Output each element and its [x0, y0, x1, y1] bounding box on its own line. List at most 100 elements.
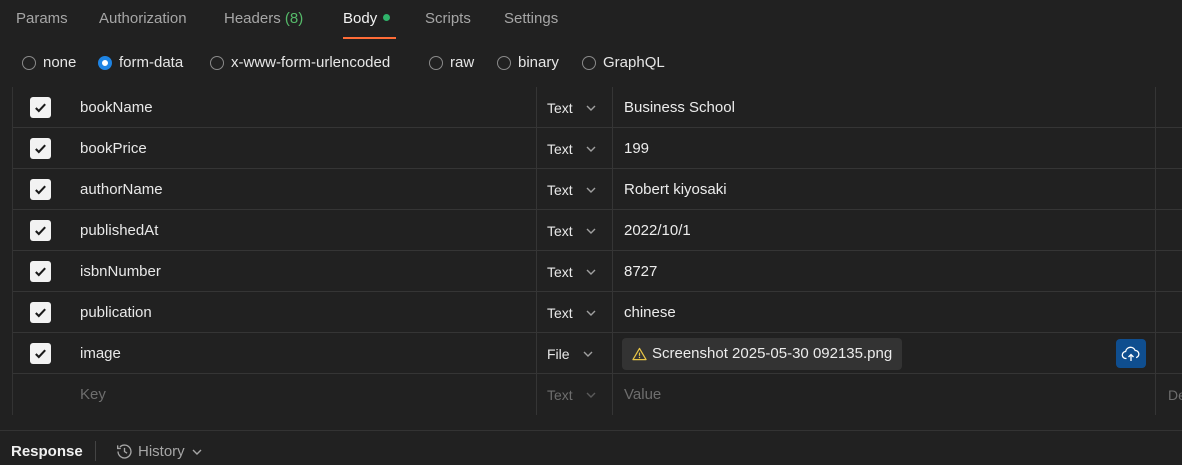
row-description[interactable] — [1155, 128, 1182, 169]
form-data-table: bookName Text Business School bookPrice … — [12, 87, 1182, 415]
radio-none[interactable]: none — [22, 54, 76, 71]
radio-graphql[interactable]: GraphQL — [582, 54, 665, 71]
radio-urlencoded-circle[interactable] — [210, 55, 224, 70]
row-key[interactable]: image — [68, 333, 536, 374]
row-checkbox[interactable] — [30, 261, 51, 282]
new-row-type-select[interactable]: Text — [536, 374, 612, 415]
tab-scripts[interactable]: Scripts — [425, 10, 471, 27]
row-description[interactable] — [1155, 210, 1182, 251]
response-label[interactable]: Response — [11, 443, 83, 460]
chevron-down-icon — [586, 310, 596, 316]
tab-params[interactable]: Params — [16, 10, 68, 27]
row-checkbox-cell — [13, 292, 68, 333]
headers-count-badge: (8) — [284, 10, 304, 27]
row-checkbox[interactable] — [30, 220, 51, 241]
radio-binary-circle[interactable] — [497, 55, 511, 70]
radio-none-circle[interactable] — [22, 55, 36, 70]
row-description[interactable] — [1155, 169, 1182, 210]
table-row: publication Text chinese — [13, 292, 1182, 333]
radio-raw-circle[interactable] — [429, 55, 443, 70]
checkmark-icon — [35, 349, 46, 359]
file-name: Screenshot 2025-05-30 092135.png — [652, 345, 893, 362]
radio-form-data[interactable]: form-data — [98, 54, 183, 71]
row-value[interactable]: Business School — [612, 87, 1155, 128]
row-value[interactable]: 199 — [612, 128, 1155, 169]
checkmark-icon — [35, 144, 46, 154]
table-row: bookName Text Business School — [13, 87, 1182, 128]
row-key[interactable]: isbnNumber — [68, 251, 536, 292]
checkmark-icon — [35, 103, 46, 113]
tab-body-label: Body — [343, 10, 378, 27]
row-description[interactable] — [1155, 292, 1182, 333]
radio-graphql-circle[interactable] — [582, 55, 596, 70]
table-row: image File Screenshot 2025-05-30 092135.… — [13, 333, 1182, 374]
upload-file-button[interactable] — [1116, 339, 1146, 368]
row-value[interactable]: 8727 — [612, 251, 1155, 292]
chevron-down-icon — [192, 449, 202, 455]
radio-none-label: none — [43, 54, 77, 71]
row-description[interactable] — [1155, 87, 1182, 128]
row-description[interactable] — [1155, 251, 1182, 292]
row-type-label: Text — [547, 222, 573, 239]
row-type-select[interactable]: File — [536, 333, 612, 374]
new-key-input[interactable]: Key — [68, 374, 536, 415]
file-chip[interactable]: Screenshot 2025-05-30 092135.png — [622, 337, 903, 370]
tab-authorization-label: Authorization — [99, 10, 187, 27]
row-type-select[interactable]: Text — [536, 87, 612, 128]
new-value-input[interactable]: Value — [612, 374, 1155, 415]
tab-settings[interactable]: Settings — [504, 10, 558, 27]
checkmark-icon — [35, 185, 46, 195]
tab-authorization[interactable]: Authorization — [99, 10, 187, 27]
table-row: bookPrice Text 199 — [13, 128, 1182, 169]
row-key[interactable]: publication — [68, 292, 536, 333]
chevron-down-icon — [586, 269, 596, 275]
active-tab-underline — [343, 37, 396, 39]
new-description-input[interactable]: De — [1155, 374, 1182, 415]
tab-body[interactable]: Body — [343, 10, 391, 27]
chevron-down-icon — [586, 105, 596, 111]
row-key[interactable]: bookName — [68, 87, 536, 128]
row-checkbox[interactable] — [30, 343, 51, 364]
tab-headers[interactable]: Headers (8) — [224, 10, 303, 27]
request-tabs: Params Authorization Headers (8) Body Sc… — [0, 0, 1182, 40]
row-type-label: Text — [547, 181, 573, 198]
row-description[interactable] — [1155, 333, 1182, 374]
radio-x-www-form-urlencoded[interactable]: x-www-form-urlencoded — [210, 54, 390, 71]
table-row: isbnNumber Text 8727 — [13, 251, 1182, 292]
row-value[interactable]: chinese — [612, 292, 1155, 333]
tab-params-label: Params — [16, 10, 68, 27]
history-button[interactable]: History — [115, 442, 203, 461]
radio-form-data-circle[interactable] — [98, 55, 112, 70]
row-checkbox-cell — [13, 169, 68, 210]
row-type-select[interactable]: Text — [536, 128, 612, 169]
row-checkbox-cell — [13, 87, 68, 128]
cloud-upload-icon — [1121, 346, 1140, 361]
radio-binary-label: binary — [518, 54, 559, 71]
radio-urlencoded-label: x-www-form-urlencoded — [231, 54, 391, 71]
radio-graphql-label: GraphQL — [603, 54, 665, 71]
row-checkbox-cell — [13, 210, 68, 251]
row-value[interactable]: Robert kiyosaki — [612, 169, 1155, 210]
body-mode-radio-group: none form-data x-www-form-urlencoded raw… — [0, 50, 1182, 78]
row-checkbox[interactable] — [30, 302, 51, 323]
checkmark-icon — [35, 267, 46, 277]
row-type-label: Text — [547, 140, 573, 157]
row-type-select[interactable]: Text — [536, 210, 612, 251]
row-key[interactable]: authorName — [68, 169, 536, 210]
row-value[interactable]: 2022/10/1 — [612, 210, 1155, 251]
tab-headers-label: Headers — [224, 10, 281, 27]
row-type-label: File — [547, 345, 570, 362]
row-checkbox[interactable] — [30, 179, 51, 200]
row-checkbox[interactable] — [30, 97, 51, 118]
row-type-label: Text — [547, 263, 573, 280]
chevron-down-icon — [583, 351, 593, 357]
row-type-select[interactable]: Text — [536, 292, 612, 333]
row-type-select[interactable]: Text — [536, 251, 612, 292]
radio-raw[interactable]: raw — [429, 54, 474, 71]
row-type-select[interactable]: Text — [536, 169, 612, 210]
row-key[interactable]: publishedAt — [68, 210, 536, 251]
radio-binary[interactable]: binary — [497, 54, 559, 71]
row-key[interactable]: bookPrice — [68, 128, 536, 169]
row-checkbox[interactable] — [30, 138, 51, 159]
row-checkbox-cell — [13, 128, 68, 169]
